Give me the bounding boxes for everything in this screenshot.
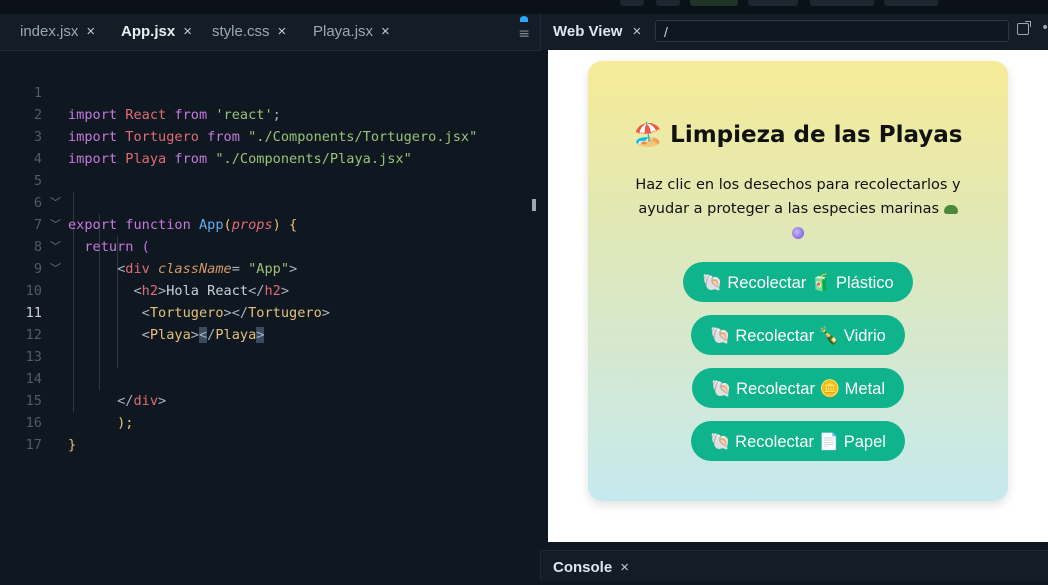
crystal-ball-icon: [792, 227, 804, 239]
notification-dot-icon: [520, 16, 529, 22]
code-line: 6 ﹀ return (: [0, 170, 540, 255]
tab-playa-jsx[interactable]: Playa.jsx ×: [313, 14, 390, 50]
code-line: 13: [0, 324, 540, 365]
code-line: 10 <Tortugero></Tortugero>: [0, 258, 540, 321]
toolbar-button[interactable]: [620, 0, 644, 6]
collect-glass-button[interactable]: 🐚 Recolectar 🍾 Vidrio: [691, 315, 905, 355]
code-editor: index.jsx × App.jsx × style.css × Playa.jsx…: [0, 14, 540, 580]
code-line: 4: [0, 126, 540, 167]
page-title: 🏖️ Limpieza de las Playas: [633, 122, 963, 148]
tab-label: App.jsx: [121, 23, 176, 40]
close-icon[interactable]: ×: [278, 23, 287, 40]
url-input[interactable]: /: [655, 20, 1009, 42]
tab-label: Playa.jsx: [313, 23, 374, 40]
tab-app-jsx[interactable]: App.jsx ×: [121, 14, 192, 50]
code-line: 7 ﹀ <div className= "App">: [0, 192, 540, 277]
close-icon[interactable]: ×: [86, 23, 95, 40]
toolbar-button[interactable]: [810, 0, 874, 6]
toolbar-button[interactable]: [656, 0, 680, 6]
tab-style-css[interactable]: style.css ×: [212, 14, 286, 50]
collect-paper-button[interactable]: 🐚 Recolectar 📄 Papel: [691, 421, 905, 461]
code-line: 5 ﹀ export function App(props) {: [0, 148, 540, 233]
run-button[interactable]: [690, 0, 738, 6]
close-icon[interactable]: ×: [381, 23, 390, 40]
tab-index-jsx[interactable]: index.jsx ×: [20, 14, 95, 50]
code-line: 15 );: [0, 368, 540, 431]
collect-plastic-button[interactable]: 🐚 Recolectar 🧃 Plástico: [683, 262, 913, 302]
code-line: 16 }: [0, 390, 540, 453]
tab-label: style.css: [212, 23, 270, 40]
tab-web-view[interactable]: Web View ×: [553, 14, 641, 50]
webview-title: Web View: [553, 23, 623, 40]
webview-header: Web View × / •: [540, 14, 1048, 50]
collect-metal-button[interactable]: 🐚 Recolectar 🪙 Metal: [692, 368, 904, 408]
code-line: 8 ﹀ <h2>Hola React</h2>: [0, 214, 540, 299]
top-toolbar-strip: [0, 0, 1048, 14]
code-line: 11 <Playa></Playa>: [0, 280, 540, 343]
code-line: 3 import Playa from "./Components/Playa.…: [0, 104, 540, 167]
description: Haz clic en los desechos para recolectar…: [618, 173, 978, 245]
code-line: 12: [0, 302, 540, 343]
code-line: 17: [0, 412, 540, 453]
umbrella-icon: 🏖️: [633, 122, 663, 148]
code-line: 14 </div>: [0, 346, 540, 409]
webview-viewport: 🏖️ Limpieza de las Playas Haz clic en lo…: [548, 50, 1048, 542]
menu-icon[interactable]: ≡: [518, 16, 530, 42]
code-line: 2 import Tortugero from "./Components/To…: [0, 82, 540, 145]
console-title: Console: [553, 559, 613, 576]
toolbar-button[interactable]: [748, 0, 798, 6]
close-icon[interactable]: ×: [632, 23, 641, 40]
turtle-icon: [943, 204, 958, 214]
scrollbar-marker[interactable]: [532, 199, 536, 211]
close-icon[interactable]: ×: [620, 559, 629, 576]
code-line: 1 import React from 'react';: [0, 60, 540, 123]
open-external-icon[interactable]: [1017, 21, 1031, 35]
console-panel: Console ×: [540, 550, 1048, 581]
code-line: 9: [0, 236, 540, 277]
tab-label: index.jsx: [20, 23, 79, 40]
editor-tab-bar: index.jsx × App.jsx × style.css × Playa.jsx…: [0, 14, 540, 51]
toolbar-button[interactable]: [884, 0, 938, 6]
app-card: 🏖️ Limpieza de las Playas Haz clic en lo…: [588, 61, 1008, 501]
more-options-icon[interactable]: •: [1041, 20, 1048, 36]
line-number: 17: [25, 437, 42, 453]
close-icon[interactable]: ×: [183, 23, 192, 40]
